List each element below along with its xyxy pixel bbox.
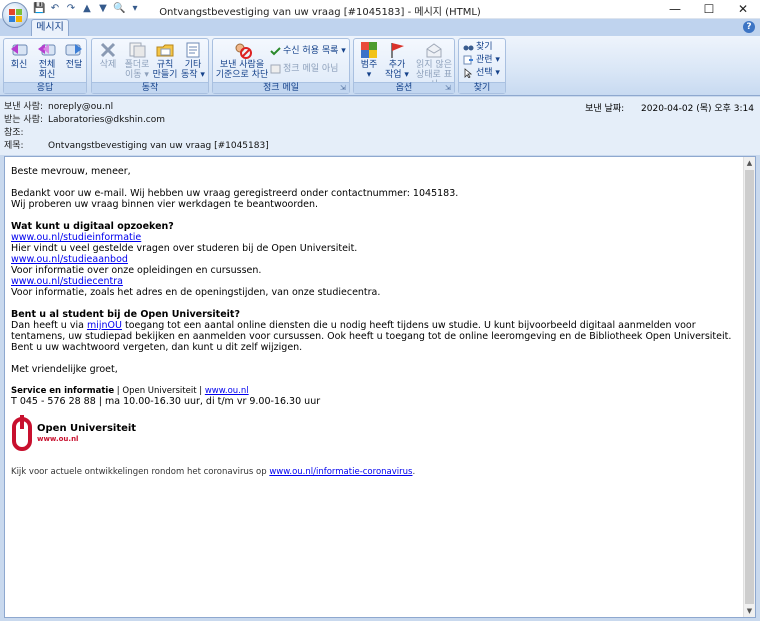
from-value[interactable]: noreply@ou.nl (48, 101, 113, 114)
ou-logo-name: Open Universiteit (37, 423, 137, 434)
link-studieinformatie[interactable]: www.ou.nl/studieinformatie (11, 232, 141, 243)
heading-student: Bent u al student bij de Open Universite… (11, 309, 240, 320)
group-options: 범주 ▾ 추가 작업 ▾ 읽지 않은 상태로 표시 옵션 ⇲ (353, 38, 455, 94)
mark-unread-icon (424, 41, 444, 59)
paragraph-mijnou: Dan heeft u via mijnOU toegang tot een a… (11, 320, 732, 342)
follow-up-flag-icon (387, 41, 407, 59)
binoculars-icon (463, 42, 474, 52)
closing: Met vriendelijke groet, (11, 364, 118, 375)
window-title: Ontvangstbevestiging van uw vraag [#1045… (159, 7, 481, 18)
link-mijnou[interactable]: mijnOU (87, 320, 122, 331)
not-junk-icon (270, 64, 281, 74)
close-button[interactable]: ✕ (726, 0, 760, 19)
group-label-actions: 동작 (92, 82, 208, 93)
related-icon (463, 55, 474, 65)
ou-logo-url: www.ou.nl (37, 435, 79, 443)
related-button[interactable]: 관련 ▾ (463, 54, 500, 67)
signature-phone: T 045 - 576 28 88 | ma 10.00-16.30 uur, … (11, 396, 321, 407)
block-sender-icon (232, 41, 252, 59)
reply-all-icon (37, 41, 57, 59)
maximize-button[interactable]: ☐ (692, 0, 726, 19)
text-studiecentra: Voor informatie, zoals het adres en de o… (11, 287, 381, 298)
ribbon: 회신 전체 회신 전달 응답 삭제 폴더로 이동 ▾ 규칙 만들기 기타 동작 … (0, 36, 760, 96)
corona-notice: Kijk voor actuele ontwikkelingen rondom … (11, 467, 416, 477)
select-button[interactable]: 선택 ▾ (463, 67, 500, 80)
reply-button[interactable]: 회신 (5, 41, 33, 70)
forward-icon (64, 41, 84, 59)
greeting: Beste mevrouw, meneer, (11, 166, 131, 177)
scroll-thumb[interactable] (745, 170, 754, 604)
intro-line-2: Wij proberen uw vraag binnen vier werkda… (11, 199, 319, 210)
options-dialog-launcher-icon[interactable]: ⇲ (445, 84, 453, 92)
safe-list-icon (270, 46, 281, 56)
sent-row: 보낸 날짜: 2020-04-02 (목) 오후 3:14 (585, 104, 754, 114)
move-to-folder-icon (127, 41, 147, 59)
link-corona[interactable]: www.ou.nl/informatie-coronavirus (269, 467, 412, 477)
group-respond: 회신 전체 회신 전달 응답 (3, 38, 87, 94)
open-universiteit-logo: Open Universiteit www.ou.nl (11, 415, 141, 455)
signature-line: Service en informatie | Open Universitei… (11, 386, 249, 396)
block-sender-button[interactable]: 보낸 사람을 기준으로 차단 (215, 41, 269, 80)
intro-line-1: Bedankt voor uw e-mail. Wij hebben uw vr… (11, 188, 459, 199)
message-header: 보낸 사람: noreply@ou.nl 받는 사람: Laboratories… (0, 97, 760, 155)
reply-icon (9, 41, 29, 59)
group-label-find: 찾기 (459, 82, 505, 93)
group-label-respond: 응답 (4, 82, 86, 93)
vertical-scrollbar[interactable]: ▲ ▼ (743, 157, 755, 617)
other-actions-icon (183, 41, 203, 59)
minimize-button[interactable]: — (658, 0, 692, 19)
sent-value: 2020-04-02 (목) 오후 3:14 (641, 104, 754, 114)
categorize-button[interactable]: 범주 ▾ (355, 41, 383, 80)
mail-content: Beste mevrouw, meneer, Bedankt voor uw e… (11, 166, 739, 407)
other-actions-button[interactable]: 기타 동작 ▾ (179, 41, 207, 80)
text-studieaanbod: Voor informatie over onze opleidingen en… (11, 265, 262, 276)
reply-all-button[interactable]: 전체 회신 (33, 41, 61, 80)
to-value[interactable]: Laboratories@dkshin.com (48, 114, 165, 127)
help-icon[interactable]: ? (743, 21, 755, 33)
categorize-icon (359, 41, 379, 59)
paragraph-password: Bent u uw wachtwoord vergeten, dan kunt … (11, 342, 303, 353)
ou-mark-icon (12, 415, 32, 451)
group-label-options: 옵션 (354, 82, 454, 93)
forward-button[interactable]: 전달 (60, 41, 88, 70)
group-label-junk: 정크 메일 (213, 82, 349, 93)
move-to-folder-button[interactable]: 폴더로 이동 ▾ (123, 41, 151, 80)
scroll-down-icon[interactable]: ▼ (744, 605, 755, 617)
rules-icon (155, 41, 175, 59)
subject-value: Ontvangstbevestiging van uw vraag [#1045… (48, 141, 269, 151)
window-controls: — ☐ ✕ (658, 0, 760, 19)
group-junk: 보낸 사람을 기준으로 차단 수신 허용 목록 ▾ 정크 메일 아님 정크 메일… (212, 38, 350, 94)
link-studiecentra[interactable]: www.ou.nl/studiecentra (11, 276, 123, 287)
tab-message[interactable]: 메시지 (31, 19, 69, 36)
link-studieaanbod[interactable]: www.ou.nl/studieaanbod (11, 254, 128, 265)
group-find: 찾기 관련 ▾ 선택 ▾ 찾기 (458, 38, 506, 94)
delete-button[interactable]: 삭제 (94, 41, 122, 70)
group-actions: 삭제 폴더로 이동 ▾ 규칙 만들기 기타 동작 ▾ 동작 (91, 38, 209, 94)
text-studieinformatie: Hier vindt u veel gestelde vragen over s… (11, 243, 358, 254)
follow-up-button[interactable]: 추가 작업 ▾ (383, 41, 411, 80)
create-rule-button[interactable]: 규칙 만들기 (151, 41, 179, 80)
safe-list-button[interactable]: 수신 허용 목록 ▾ (270, 45, 346, 58)
title-bar: 💾 ↶ ↷ ▲ ▼ 🔍 ▾ Ontvangstbevestiging van u… (0, 0, 760, 19)
cursor-icon (463, 67, 474, 79)
junk-dialog-launcher-icon[interactable]: ⇲ (340, 84, 348, 92)
scroll-up-icon[interactable]: ▲ (744, 157, 755, 169)
office-button[interactable] (2, 2, 28, 28)
message-body: Beste mevrouw, meneer, Bedankt voor uw e… (4, 156, 756, 618)
heading-digital: Wat kunt u digitaal opzoeken? (11, 221, 174, 232)
find-button[interactable]: 찾기 (463, 41, 493, 54)
office-logo-icon (9, 9, 22, 22)
link-ou-home[interactable]: www.ou.nl (205, 386, 249, 396)
not-junk-button[interactable]: 정크 메일 아님 (270, 63, 338, 76)
ribbon-tab-strip: 메시지 ? (0, 19, 760, 36)
delete-icon (98, 41, 118, 59)
